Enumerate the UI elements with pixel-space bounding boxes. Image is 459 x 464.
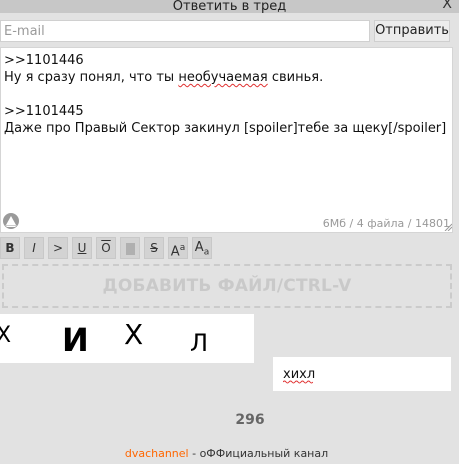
post-counter: 296 xyxy=(235,412,265,428)
underline-button[interactable]: U xyxy=(72,237,92,259)
captcha-glyph: Х xyxy=(124,318,144,351)
reply-window-titlebar[interactable]: Ответить в тред X xyxy=(0,0,459,13)
message-line: Ну я сразу понял, что ты необучаемая сви… xyxy=(4,70,324,85)
spoiler-button[interactable] xyxy=(120,237,140,259)
captcha-glyph: И xyxy=(62,321,89,359)
quote-button[interactable]: > xyxy=(48,237,68,259)
message-line: Даже про Правый Сектор закинул [spoiler]… xyxy=(4,121,447,136)
message-line: >>1101446 xyxy=(4,53,84,68)
file-limit-info: 6Мб / 4 файла / 14801 xyxy=(322,217,450,230)
message-textarea[interactable]: >>1101446 Ну я сразу понял, что ты необу… xyxy=(0,47,453,233)
footer: dvachannel - оФФициальный канал xyxy=(0,447,453,460)
window-title: Ответить в тред xyxy=(172,0,287,13)
spoiler-block-icon xyxy=(125,242,135,255)
captcha-glyph: Х xyxy=(0,323,12,348)
close-button[interactable]: X xyxy=(442,0,452,11)
subscript-button[interactable]: Aa xyxy=(192,237,212,259)
italic-button[interactable]: I xyxy=(24,237,44,259)
footer-text: - оФФициальный канал xyxy=(188,447,329,460)
superscript-button[interactable]: Aa xyxy=(168,237,188,259)
add-file-dropzone[interactable]: ДОБАВИТЬ ФАЙЛ/CTRL-V xyxy=(2,264,452,308)
bold-button[interactable]: B xyxy=(0,237,20,259)
resize-handle-icon[interactable] xyxy=(444,223,452,231)
captcha-input[interactable] xyxy=(273,357,451,391)
strike-button[interactable]: S xyxy=(144,237,164,259)
sail-logo-icon[interactable] xyxy=(3,213,19,229)
captcha-image: Х И Х Л xyxy=(0,314,254,363)
send-button[interactable]: Отправить xyxy=(374,20,450,42)
overline-button[interactable]: O xyxy=(96,237,116,259)
dvachannel-link[interactable]: dvachannel xyxy=(125,447,189,460)
captcha-glyph: Л xyxy=(190,329,209,357)
email-field[interactable] xyxy=(0,20,370,42)
message-line: >>1101445 xyxy=(4,104,84,119)
